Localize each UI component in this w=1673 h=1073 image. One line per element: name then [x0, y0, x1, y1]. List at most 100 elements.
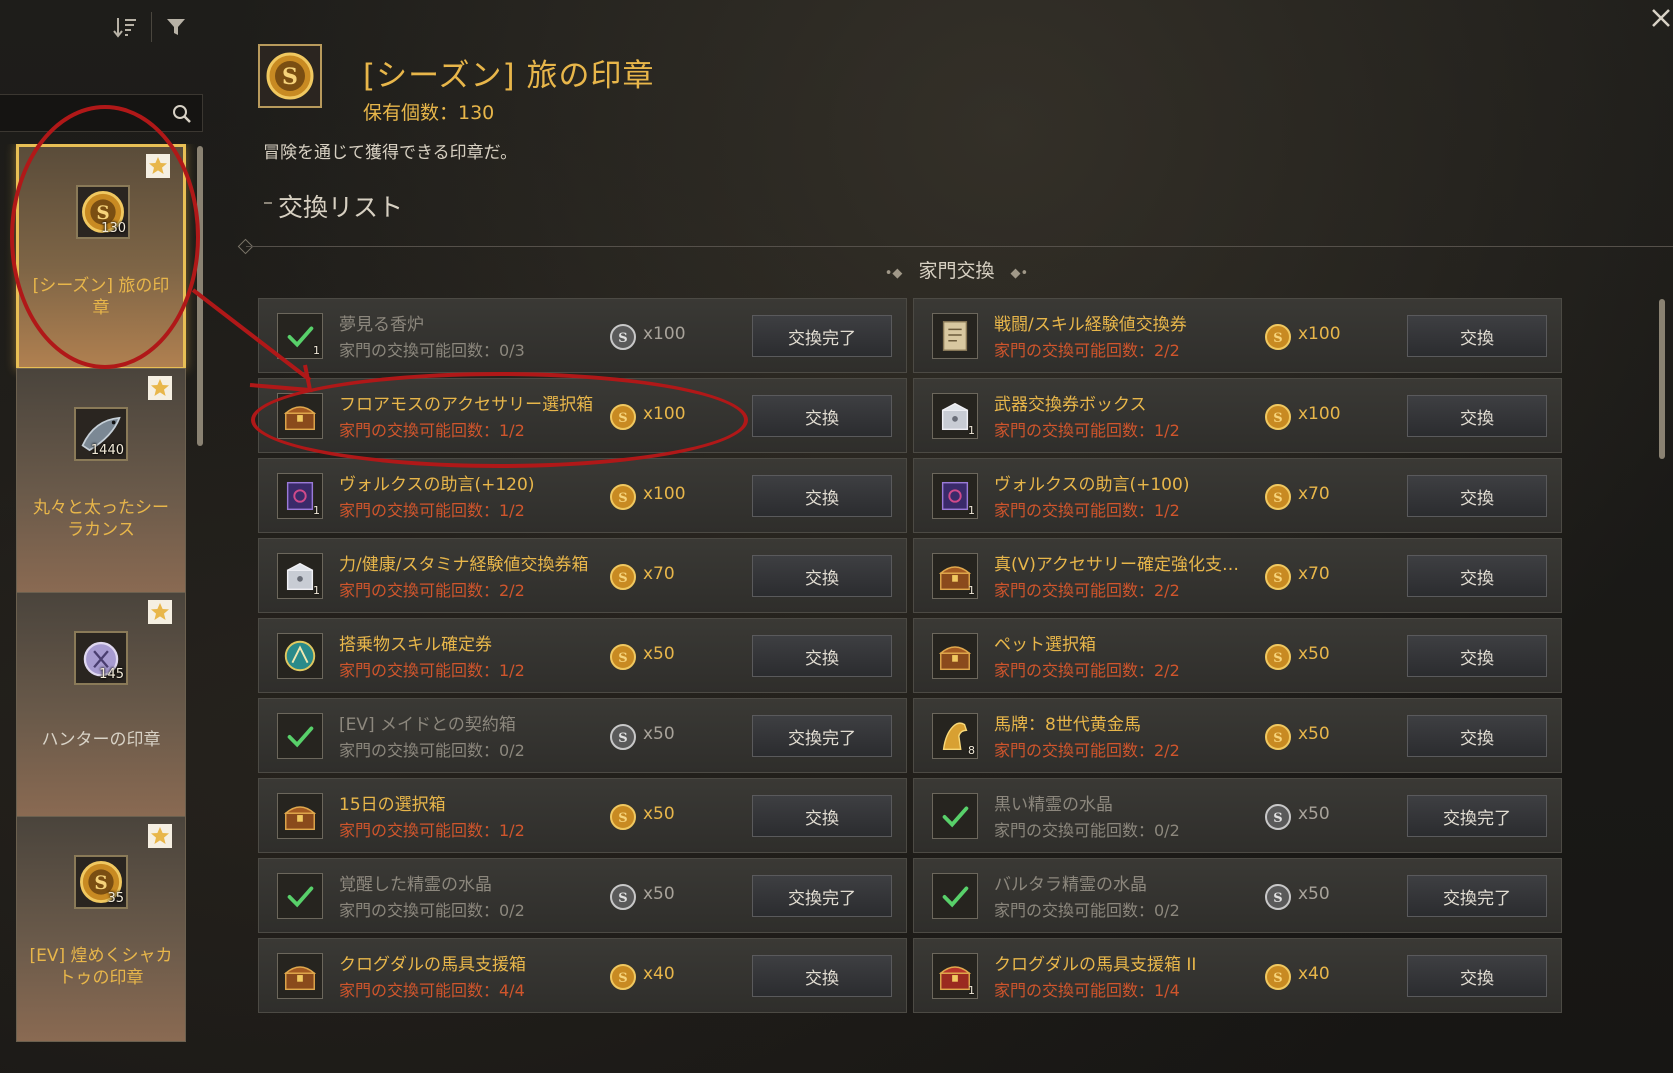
season-seal-coin-icon: S — [266, 52, 314, 100]
exchange-complete-button[interactable]: 交換完了 — [752, 715, 892, 757]
card-count: 130 — [101, 221, 126, 236]
svg-text:S: S — [1273, 891, 1282, 906]
exchange-quota: 家門の交換可能回数：1/2 — [339, 661, 525, 680]
currency-card-list: S 130 [シーズン] 旅の印章 1440 丸々と太ったシーラカンス 145 … — [0, 144, 200, 1073]
item-quantity: 1 — [968, 984, 975, 997]
silver-box-icon: 1 — [932, 393, 978, 439]
item-name: 黒い精霊の水晶 — [994, 795, 1113, 815]
item-name: 搭乗物スキル確定券 — [339, 635, 492, 655]
exchange-button[interactable]: 交換 — [1407, 955, 1547, 997]
svg-text:S: S — [618, 491, 627, 506]
svg-text:S: S — [618, 891, 627, 906]
exchange-scrollbar[interactable] — [1659, 299, 1665, 459]
exchange-quota: 家門の交換可能回数：0/2 — [994, 901, 1180, 920]
exchange-row: 1 クログダルの馬具支援箱 II 家門の交換可能回数：1/4 S x40 交換 — [913, 938, 1562, 1013]
exchange-row: 戦闘/スキル経験値交換券 家門の交換可能回数：2/2 S x100 交換 — [913, 298, 1562, 373]
page-title: [シーズン] 旅の印章 — [363, 58, 655, 94]
exchange-row: 1 力/健康/スタミナ経験値交換券箱 家門の交換可能回数：2/2 S x70 交… — [258, 538, 907, 613]
exchange-button[interactable]: 交換 — [752, 395, 892, 437]
svg-text:S: S — [1273, 571, 1282, 586]
exchange-button[interactable]: 交換 — [752, 795, 892, 837]
exchange-row: 15日の選択箱 家門の交換可能回数：1/2 S x50 交換 — [258, 778, 907, 853]
exchange-button[interactable]: 交換 — [1407, 315, 1547, 357]
ornament-left-icon: •◆ — [884, 266, 903, 281]
toolbar-separator — [151, 12, 152, 42]
search-icon[interactable] — [172, 104, 192, 124]
close-button[interactable] — [1649, 2, 1671, 32]
exchange-button[interactable]: 交換 — [1407, 475, 1547, 517]
ornament-right-icon: ◆• — [1010, 266, 1029, 281]
exchange-complete-button[interactable]: 交換完了 — [752, 315, 892, 357]
svg-text:S: S — [94, 873, 107, 894]
treasure-chest-icon — [277, 393, 323, 439]
item-name: 馬牌：8世代黄金馬 — [994, 715, 1141, 735]
exchange-cost: x50 — [643, 724, 675, 744]
red-chest-icon: 1 — [932, 953, 978, 999]
svg-text:S: S — [618, 811, 627, 826]
subheader-text: 家門交換 — [918, 260, 995, 282]
currency-card[interactable]: 145 ハンターの印章 — [16, 592, 186, 818]
exchange-cost: x100 — [1298, 324, 1341, 344]
exchange-quota: 家門の交換可能回数：1/2 — [994, 421, 1180, 440]
favorite-star-icon[interactable] — [147, 599, 173, 625]
exchange-button[interactable]: 交換 — [752, 475, 892, 517]
exchange-button[interactable]: 交換 — [1407, 635, 1547, 677]
exchange-row: 8 馬牌：8世代黄金馬 家門の交換可能回数：2/2 S x50 交換 — [913, 698, 1562, 773]
svg-text:S: S — [618, 731, 627, 746]
exchange-cost: x100 — [643, 404, 686, 424]
exchange-complete-button[interactable]: 交換完了 — [1407, 875, 1547, 917]
item-name: クログダルの馬具支援箱 II — [994, 955, 1197, 975]
main-panel: S [シーズン] 旅の印章 保有個数：130 冒険を通じて獲得できる印章だ。 交… — [237, 36, 1673, 1073]
item-name: 夢見る香炉 — [339, 315, 424, 335]
exchange-button[interactable]: 交換 — [1407, 555, 1547, 597]
gold-coin-icon: S — [1264, 723, 1292, 751]
card-count: 35 — [107, 891, 124, 906]
currency-card[interactable]: S 35 [EV] 煌めくシャカトゥの印章 — [16, 816, 186, 1042]
exchange-complete-button[interactable]: 交換完了 — [752, 875, 892, 917]
favorite-star-icon[interactable] — [147, 375, 173, 401]
sidebar-scrollbar[interactable] — [197, 146, 203, 446]
section-dash — [264, 202, 272, 204]
checkmark-icon — [932, 793, 978, 839]
favorite-star-icon[interactable] — [145, 153, 171, 179]
gold-coin-icon: S — [609, 803, 637, 831]
svg-text:S: S — [618, 571, 627, 586]
exchange-button[interactable]: 交換 — [752, 555, 892, 597]
treasure-chest-icon — [932, 633, 978, 679]
currency-card[interactable]: S 130 [シーズン] 旅の印章 — [16, 144, 186, 370]
exchange-button[interactable]: 交換 — [1407, 715, 1547, 757]
exchange-cost: x100 — [643, 324, 686, 344]
checkmark-icon — [277, 873, 323, 919]
divider-line — [246, 246, 1673, 247]
treasure-chest-icon: 1 — [932, 553, 978, 599]
svg-text:S: S — [1273, 331, 1282, 346]
exchange-quota: 家門の交換可能回数：2/2 — [994, 341, 1180, 360]
exchange-button[interactable]: 交換 — [1407, 395, 1547, 437]
item-name: 戦闘/スキル経験値交換券 — [994, 315, 1187, 335]
item-name: 真(V)アクセサリー確定強化支… — [994, 555, 1240, 575]
held-count: 保有個数：130 — [363, 102, 495, 124]
gold-coin-icon: S — [609, 403, 637, 431]
exchange-quota: 家門の交換可能回数：0/3 — [339, 341, 525, 360]
exchange-cost: x40 — [643, 964, 675, 984]
item-quantity: 1 — [968, 584, 975, 597]
filter-button[interactable] — [159, 10, 193, 44]
search-input[interactable] — [6, 101, 166, 125]
exchange-button[interactable]: 交換 — [752, 955, 892, 997]
favorite-star-icon[interactable] — [147, 823, 173, 849]
item-quantity: 1 — [313, 504, 320, 517]
coelacanth-fish-icon: 1440 — [74, 407, 128, 461]
item-quantity: 8 — [968, 744, 975, 757]
silver-coin-icon: S — [609, 323, 637, 351]
item-description: 冒険を通じて獲得できる印章だ。 — [263, 143, 518, 163]
exchange-complete-button[interactable]: 交換完了 — [1407, 795, 1547, 837]
svg-text:S: S — [1273, 491, 1282, 506]
exchange-row: 1 武器交換券ボックス 家門の交換可能回数：1/2 S x100 交換 — [913, 378, 1562, 453]
exchange-row: 1 ヴォルクスの助言(+100) 家門の交換可能回数：1/2 S x70 交換 — [913, 458, 1562, 533]
gold-coin-icon: S — [609, 483, 637, 511]
currency-card[interactable]: 1440 丸々と太ったシーラカンス — [16, 368, 186, 594]
item-name: 覚醒した精霊の水晶 — [339, 875, 492, 895]
sidebar: S 130 [シーズン] 旅の印章 1440 丸々と太ったシーラカンス 145 … — [0, 88, 206, 1073]
exchange-button[interactable]: 交換 — [752, 635, 892, 677]
sort-button[interactable] — [108, 10, 142, 44]
